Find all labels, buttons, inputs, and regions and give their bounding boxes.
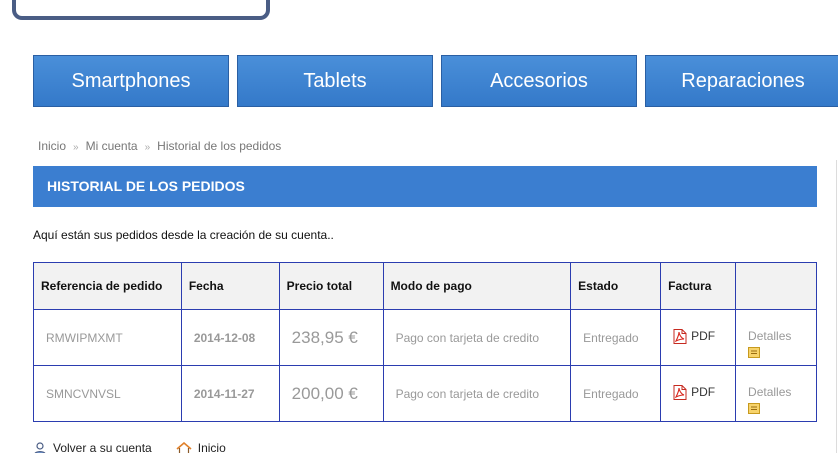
header-status: Estado bbox=[570, 262, 662, 310]
header-total: Precio total bbox=[278, 262, 384, 310]
header-reference: Referencia de pedido bbox=[33, 262, 182, 310]
main-nav: Smartphones Tablets Accesorios Reparacio… bbox=[33, 55, 838, 107]
nav-accesorios[interactable]: Accesorios bbox=[441, 55, 637, 107]
intro-text: Aquí están sus pedidos desde la creación… bbox=[33, 228, 334, 242]
order-total: 200,00 € bbox=[278, 365, 384, 422]
back-to-account-link[interactable]: Volver a su cuenta bbox=[33, 441, 152, 453]
invoice-pdf-link[interactable]: PDF bbox=[673, 328, 716, 344]
back-to-account-label: Volver a su cuenta bbox=[53, 441, 152, 453]
nav-smartphones[interactable]: Smartphones bbox=[33, 55, 229, 107]
header-invoice: Factura bbox=[660, 262, 737, 310]
home-label: Inicio bbox=[197, 441, 226, 453]
page-title: HISTORIAL DE LOS PEDIDOS bbox=[33, 166, 817, 207]
orders-table: Referencia de pedido Fecha Precio total … bbox=[33, 262, 817, 422]
order-status: Entregado bbox=[570, 365, 662, 422]
breadcrumb-home[interactable]: Inicio bbox=[38, 139, 66, 153]
order-reference[interactable]: SMNCVNVSL bbox=[33, 365, 182, 422]
order-reference[interactable]: RMWIPMXMT bbox=[33, 309, 182, 366]
order-total: 238,95 € bbox=[278, 309, 384, 366]
details-icon[interactable] bbox=[748, 403, 761, 414]
column-divider bbox=[836, 160, 837, 453]
breadcrumb-separator: » bbox=[73, 142, 79, 153]
order-date: 2014-11-27 bbox=[180, 365, 280, 422]
order-details: Detalles bbox=[735, 365, 817, 422]
pdf-icon bbox=[673, 384, 687, 400]
footer-links: Volver a su cuenta Inicio bbox=[33, 441, 250, 453]
header-date: Fecha bbox=[180, 262, 280, 310]
user-icon bbox=[34, 441, 46, 453]
details-link[interactable]: Detalles bbox=[748, 385, 816, 399]
table-header-row: Referencia de pedido Fecha Precio total … bbox=[33, 262, 817, 310]
order-date: 2014-12-08 bbox=[180, 309, 280, 366]
logo-frame[interactable] bbox=[12, 0, 270, 20]
breadcrumb: Inicio » Mi cuenta » Historial de los pedido… bbox=[38, 139, 281, 153]
invoice-pdf-label: PDF bbox=[691, 385, 716, 399]
order-payment: Pago con tarjeta de credito bbox=[382, 365, 572, 422]
table-row[interactable]: RMWIPMXMT 2014-12-08 238,95 € Pago con t… bbox=[33, 309, 817, 366]
breadcrumb-account[interactable]: Mi cuenta bbox=[86, 139, 138, 153]
invoice-pdf-label: PDF bbox=[691, 329, 716, 343]
home-link[interactable]: Inicio bbox=[176, 441, 226, 453]
header-details bbox=[735, 262, 817, 310]
table-row[interactable]: SMNCVNVSL 2014-11-27 200,00 € Pago con t… bbox=[33, 365, 817, 422]
order-invoice: PDF bbox=[660, 365, 737, 422]
order-status: Entregado bbox=[570, 309, 662, 366]
details-link[interactable]: Detalles bbox=[748, 329, 816, 343]
order-details: Detalles bbox=[735, 309, 817, 366]
home-icon bbox=[176, 441, 192, 453]
pdf-icon bbox=[673, 328, 687, 344]
breadcrumb-current: Historial de los pedidos bbox=[157, 139, 282, 153]
nav-reparaciones[interactable]: Reparaciones bbox=[645, 55, 838, 107]
nav-tablets[interactable]: Tablets bbox=[237, 55, 433, 107]
order-invoice: PDF bbox=[660, 309, 737, 366]
details-icon[interactable] bbox=[748, 347, 761, 358]
breadcrumb-separator: » bbox=[144, 142, 151, 153]
invoice-pdf-link[interactable]: PDF bbox=[673, 384, 716, 400]
order-payment: Pago con tarjeta de credito bbox=[382, 309, 572, 366]
header-payment: Modo de pago bbox=[382, 262, 572, 310]
